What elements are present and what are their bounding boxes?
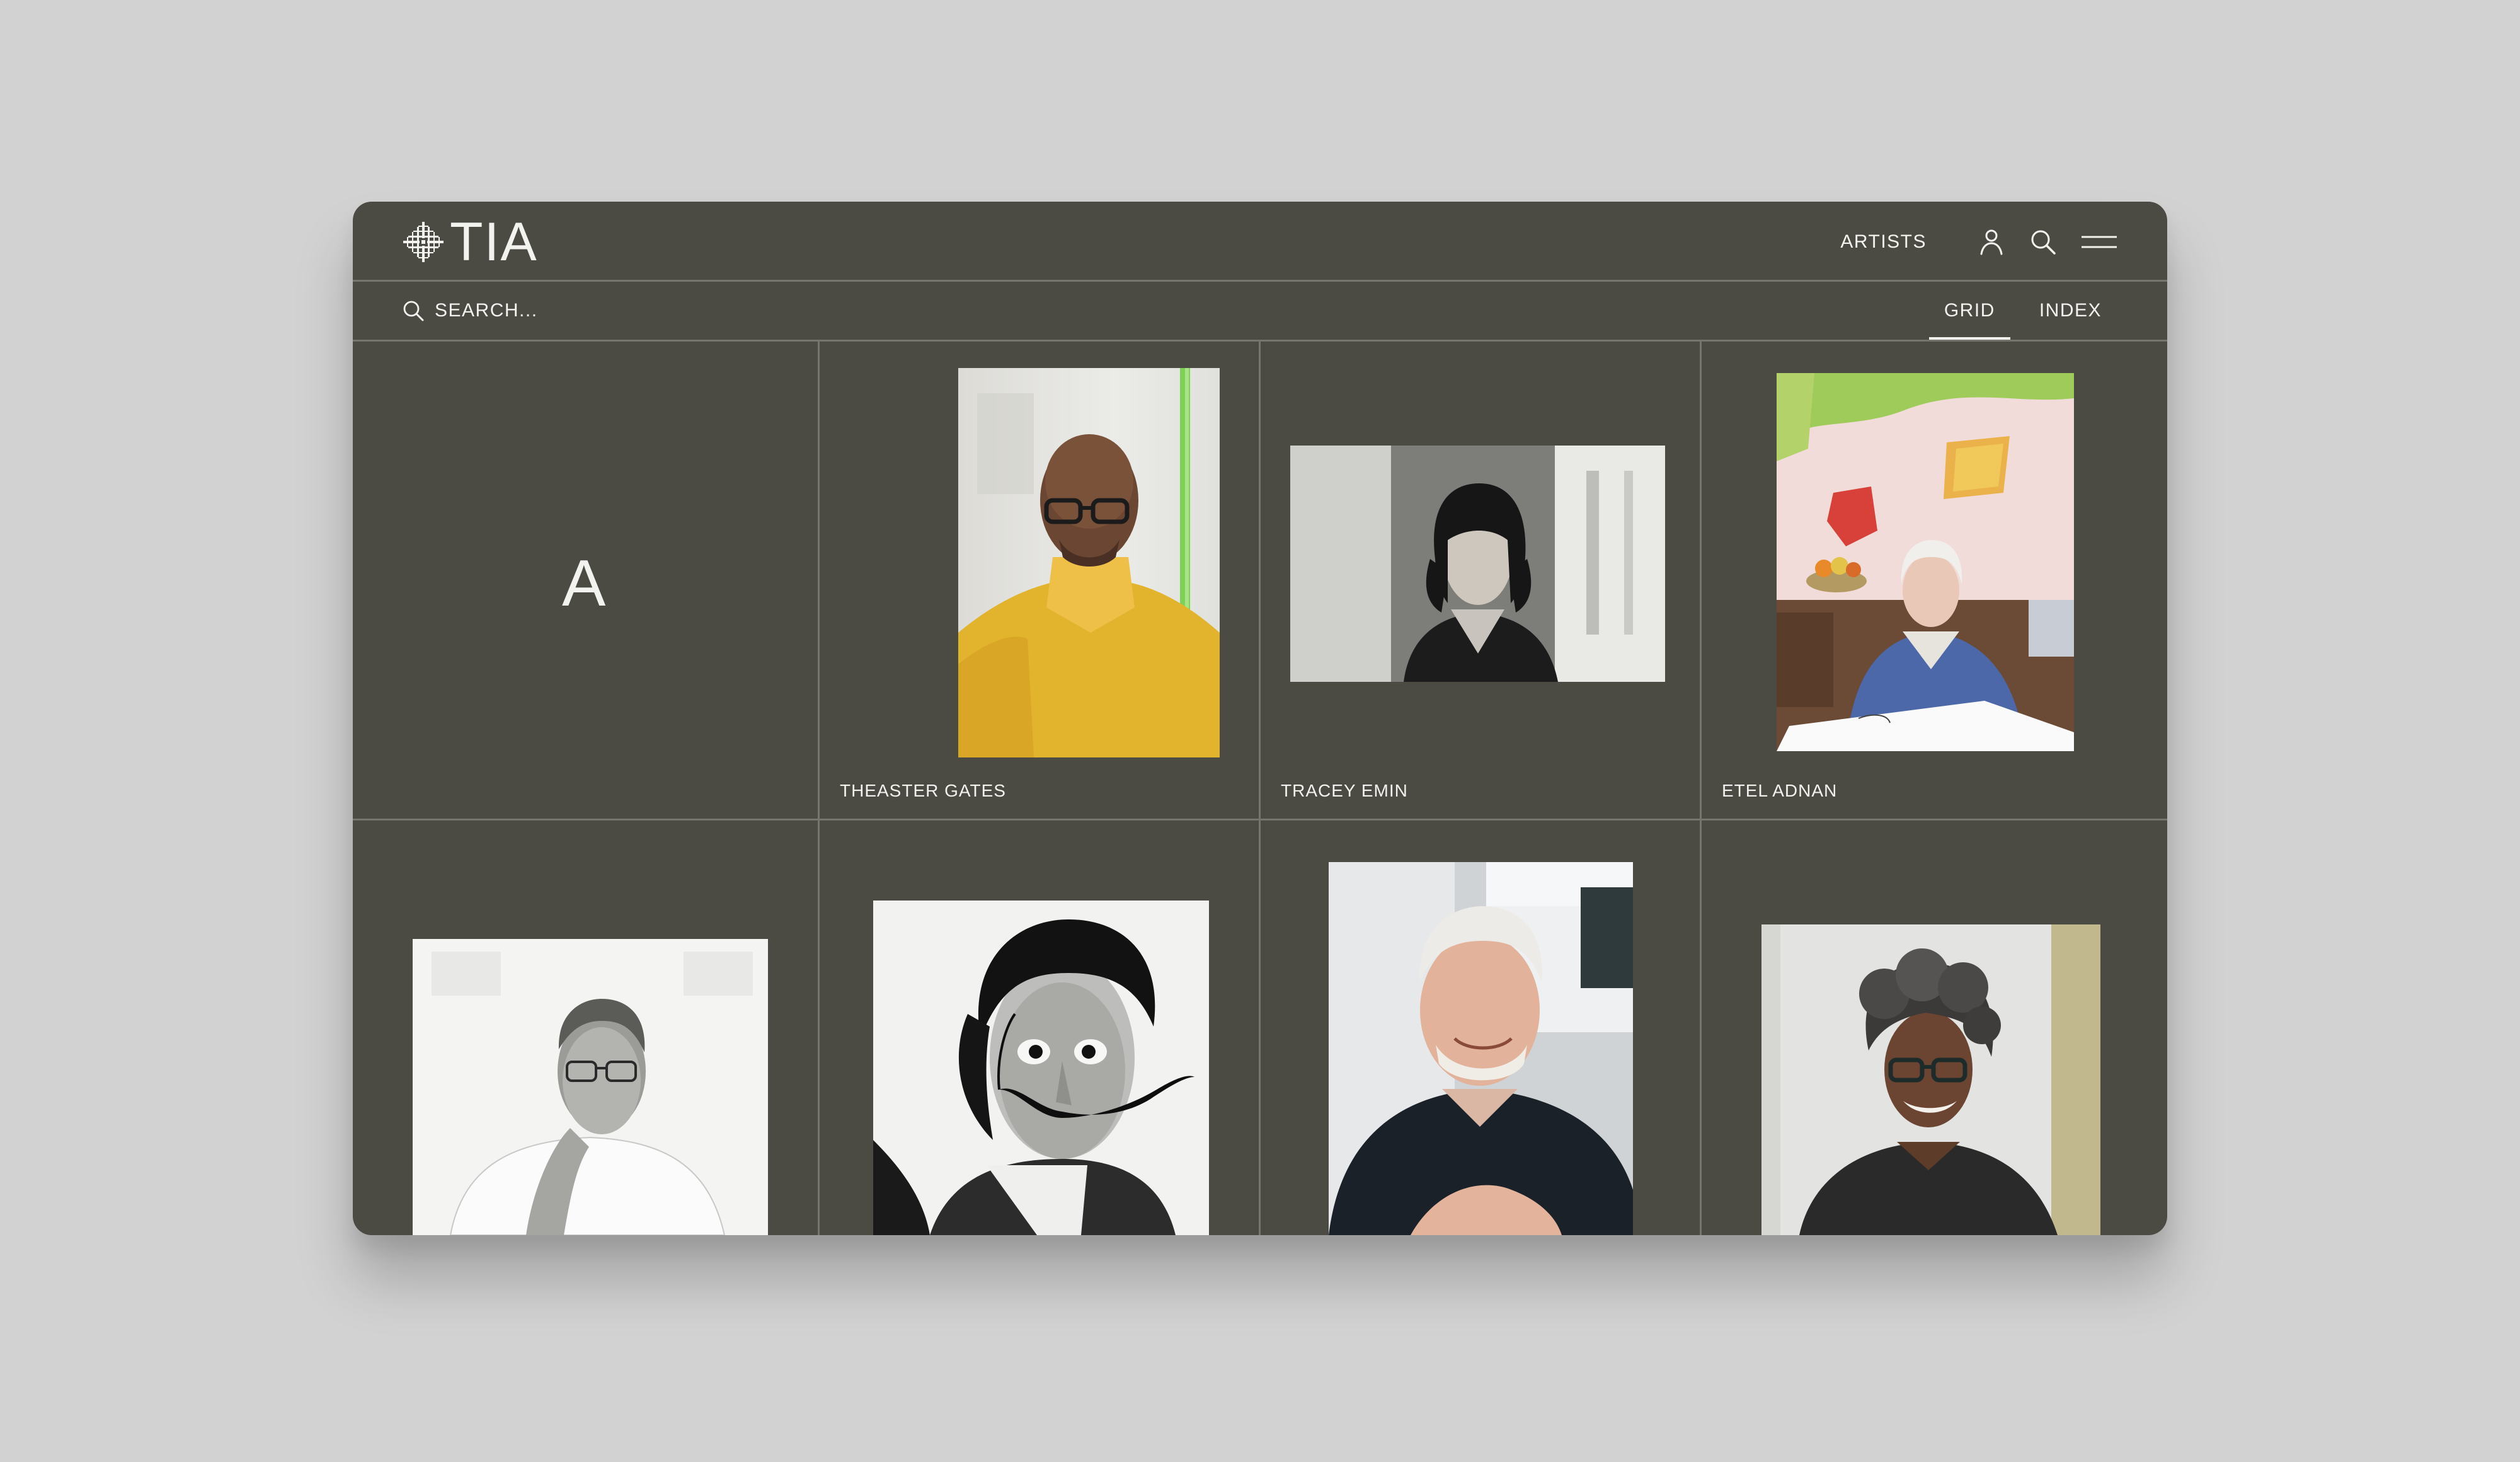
artist-photo[interactable] bbox=[958, 368, 1220, 757]
artist-card[interactable] bbox=[1702, 820, 2167, 1235]
artist-photo[interactable] bbox=[1290, 446, 1665, 682]
menu-icon[interactable] bbox=[2080, 226, 2118, 258]
artist-portrait-image bbox=[1761, 924, 2100, 1235]
search-field-icon bbox=[403, 301, 424, 321]
app-window: TIA ARTISTS GRID INDEX bbox=[353, 202, 2167, 1235]
top-navigation-bar: TIA ARTISTS bbox=[353, 202, 2167, 282]
artist-card[interactable] bbox=[820, 820, 1259, 1235]
user-icon[interactable] bbox=[1976, 226, 2007, 258]
artist-portrait-image bbox=[1329, 862, 1633, 1235]
view-tabs: GRID INDEX bbox=[1928, 282, 2117, 340]
artist-name[interactable]: ETEL ADNAN bbox=[1722, 781, 1837, 801]
artist-card[interactable] bbox=[1261, 820, 1700, 1235]
artist-portrait-image bbox=[958, 368, 1220, 757]
logo-text: TIA bbox=[450, 212, 538, 272]
logo-mark-icon bbox=[403, 222, 444, 262]
artist-card[interactable] bbox=[353, 820, 818, 1235]
section-letter-cell: A bbox=[353, 342, 818, 819]
tab-index[interactable]: INDEX bbox=[2024, 282, 2117, 340]
artist-card[interactable]: THEASTER GATES bbox=[820, 342, 1259, 819]
search-icon[interactable] bbox=[2027, 226, 2059, 258]
search-input[interactable] bbox=[435, 294, 876, 327]
search-bar: GRID INDEX bbox=[353, 282, 2167, 342]
artist-photo[interactable] bbox=[1761, 924, 2100, 1235]
artist-card[interactable]: ETEL ADNAN bbox=[1702, 342, 2167, 819]
artist-photo[interactable] bbox=[413, 939, 768, 1235]
artist-photo[interactable] bbox=[1329, 862, 1633, 1235]
artist-photo[interactable] bbox=[1777, 373, 2074, 751]
artist-portrait-image bbox=[1777, 373, 2074, 751]
artist-photo[interactable] bbox=[873, 901, 1209, 1235]
tab-grid[interactable]: GRID bbox=[1928, 282, 2010, 340]
artist-card[interactable]: TRACEY EMIN bbox=[1261, 342, 1700, 819]
artist-portrait-image bbox=[873, 901, 1209, 1235]
nav-artists-link[interactable]: ARTISTS bbox=[1840, 231, 1927, 253]
header-nav: ARTISTS bbox=[1840, 216, 2118, 268]
artist-name[interactable]: THEASTER GATES bbox=[840, 781, 1006, 801]
site-logo[interactable]: TIA bbox=[402, 212, 538, 272]
artist-portrait-image bbox=[1290, 446, 1665, 682]
artist-portrait-image bbox=[413, 939, 768, 1235]
artist-name[interactable]: TRACEY EMIN bbox=[1281, 781, 1408, 801]
section-letter: A bbox=[562, 547, 606, 620]
artist-grid: A THEASTER GATES TRACEY EMIN ETEL ADNAN bbox=[353, 342, 2167, 1235]
